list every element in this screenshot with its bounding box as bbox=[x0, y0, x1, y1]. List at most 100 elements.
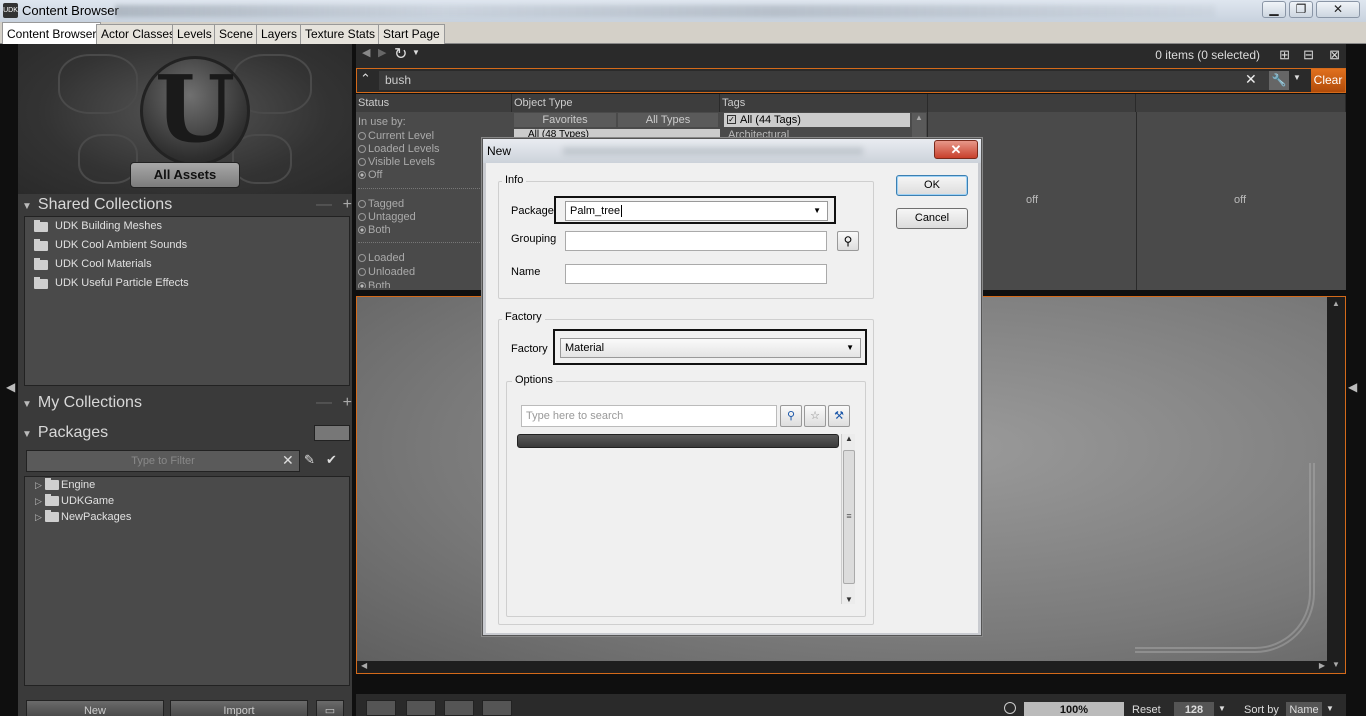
close-window-button[interactable]: ✕ bbox=[1316, 1, 1360, 18]
collapse-right-arrow-icon[interactable]: ◀ bbox=[1348, 380, 1357, 394]
collapse-triangle-icon[interactable]: ▼ bbox=[22, 429, 32, 440]
expand-arrow-icon[interactable]: ▷ bbox=[35, 477, 42, 493]
collection-item[interactable]: UDK Cool Materials bbox=[25, 255, 349, 274]
options-search-input[interactable]: Type here to search bbox=[521, 405, 777, 427]
collection-item[interactable]: UDK Useful Particle Effects bbox=[25, 274, 349, 293]
back-arrow-icon[interactable]: ◀ bbox=[362, 46, 370, 59]
package-dropdown-arrow-icon[interactable]: ▼ bbox=[813, 202, 821, 220]
scroll-up-arrow-icon[interactable]: ▲ bbox=[845, 434, 853, 443]
package-combobox[interactable]: Palm_tree ▼ bbox=[565, 201, 828, 221]
refresh-icon[interactable]: ↻ bbox=[394, 44, 407, 64]
thumbnail-size-select[interactable]: 128 bbox=[1174, 702, 1214, 716]
options-scrollbar[interactable]: ▲ ≡ ▼ bbox=[841, 434, 855, 604]
my-collections-header[interactable]: ▼ My Collections — + bbox=[22, 392, 352, 414]
collapse-left-arrow-icon[interactable]: ◀ bbox=[6, 380, 15, 394]
tree-item-engine[interactable]: ▷ Engine bbox=[25, 477, 349, 493]
viewport-horizontal-scrollbar[interactable]: ◀ ▶ bbox=[357, 661, 1329, 673]
import-button[interactable]: Import bbox=[170, 700, 308, 716]
scroll-down-arrow-icon[interactable]: ▼ bbox=[1332, 660, 1340, 669]
clear-search-icon[interactable]: ✕ bbox=[1245, 71, 1257, 88]
remove-collection-icon[interactable]: — bbox=[316, 194, 332, 216]
collection-item[interactable]: UDK Building Meshes bbox=[25, 217, 349, 236]
scroll-left-arrow-icon[interactable]: ◀ bbox=[361, 661, 367, 670]
options-wrench-icon[interactable]: ⚒ bbox=[828, 405, 850, 427]
factory-combobox[interactable]: Material ▼ bbox=[560, 338, 861, 358]
open-folder-icon[interactable]: ▭ bbox=[316, 700, 344, 716]
layout-icon-2[interactable]: ⊟ bbox=[1303, 47, 1314, 63]
checkbox-checked-icon[interactable]: ✓ bbox=[727, 115, 736, 124]
view-grid-icon[interactable] bbox=[444, 700, 474, 716]
type-tab-favorites[interactable]: Favorites bbox=[514, 113, 616, 127]
view-thumbs-icon[interactable] bbox=[482, 700, 512, 716]
minimize-button[interactable]: ▁ bbox=[1262, 1, 1286, 18]
collection-item[interactable]: UDK Cool Ambient Sounds bbox=[25, 236, 349, 255]
maximize-button[interactable]: ❐ bbox=[1289, 1, 1313, 18]
refresh-dropdown-icon[interactable]: ▼ bbox=[412, 48, 420, 57]
search-options-dropdown-icon[interactable]: ▼ bbox=[1293, 73, 1301, 82]
binoculars-icon[interactable]: ⚲ bbox=[837, 231, 859, 251]
wrench-icon[interactable]: 🔧 bbox=[1269, 71, 1289, 90]
search-magnifier-icon[interactable]: ⚲ bbox=[780, 405, 802, 427]
shared-collections-header[interactable]: ▼ Shared Collections — + bbox=[22, 194, 352, 216]
collapse-triangle-icon[interactable]: ▼ bbox=[22, 201, 32, 212]
remove-collection-icon[interactable]: — bbox=[316, 392, 332, 414]
viewport-vertical-scrollbar[interactable]: ▲ ▼ bbox=[1327, 297, 1345, 673]
name-input[interactable] bbox=[565, 264, 827, 284]
reset-button[interactable]: Reset bbox=[1132, 704, 1161, 716]
layout-icon-1[interactable]: ⊞ bbox=[1279, 47, 1290, 63]
checkmark-icon[interactable]: ✔ bbox=[326, 452, 337, 468]
scroll-down-arrow-icon[interactable]: ▼ bbox=[845, 595, 853, 604]
tab-layers[interactable]: Layers bbox=[256, 24, 303, 44]
scroll-right-arrow-icon[interactable]: ▶ bbox=[1319, 661, 1325, 670]
forward-arrow-icon[interactable]: ▶ bbox=[378, 46, 386, 59]
tag-option-untagged[interactable]: Untagged bbox=[358, 211, 416, 223]
add-collection-icon[interactable]: + bbox=[343, 392, 352, 414]
status-option-off[interactable]: Off bbox=[358, 169, 382, 181]
options-category-bar[interactable] bbox=[517, 434, 839, 448]
thumbnail-size-dropdown-icon[interactable]: ▼ bbox=[1218, 704, 1226, 713]
zoom-search-icon[interactable] bbox=[1004, 702, 1016, 714]
ok-button[interactable]: OK bbox=[896, 175, 968, 196]
sort-dropdown-icon[interactable]: ▼ bbox=[1326, 704, 1334, 713]
packages-header[interactable]: ▼ Packages bbox=[22, 422, 352, 444]
status-option-visible-levels[interactable]: Visible Levels bbox=[358, 156, 435, 168]
search-input[interactable]: bush bbox=[379, 71, 1269, 90]
clear-button[interactable]: Clear bbox=[1311, 69, 1345, 92]
factory-dropdown-arrow-icon[interactable]: ▼ bbox=[846, 339, 854, 357]
scroll-thumb[interactable]: ≡ bbox=[843, 450, 855, 584]
dialog-close-button[interactable]: ✕ bbox=[934, 140, 978, 159]
tree-item-udkgame[interactable]: ▷ UDKGame bbox=[25, 493, 349, 509]
tab-scene[interactable]: Scene bbox=[214, 24, 259, 44]
tab-levels[interactable]: Levels bbox=[172, 24, 217, 44]
view-mode-toggle-icon[interactable] bbox=[314, 425, 350, 441]
add-collection-icon[interactable]: + bbox=[343, 194, 352, 216]
favorite-star-icon[interactable]: ☆ bbox=[804, 405, 826, 427]
tag-option-tagged[interactable]: Tagged bbox=[358, 198, 404, 210]
expand-arrow-icon[interactable]: ▷ bbox=[35, 493, 42, 509]
load-option-both[interactable]: Both bbox=[358, 280, 391, 288]
zoom-level[interactable]: 100% bbox=[1024, 702, 1124, 716]
load-option-loaded[interactable]: Loaded bbox=[358, 252, 405, 264]
all-tags-option[interactable]: ✓ All (44 Tags) bbox=[724, 113, 910, 127]
status-option-current-level[interactable]: Current Level bbox=[358, 130, 434, 142]
tab-actor-classes[interactable]: Actor Classes bbox=[96, 24, 181, 44]
package-filter-input[interactable]: Type to Filter bbox=[26, 450, 300, 472]
view-split-icon[interactable] bbox=[406, 700, 436, 716]
status-option-loaded-levels[interactable]: Loaded Levels bbox=[358, 143, 440, 155]
sort-by-select[interactable]: Name bbox=[1286, 702, 1322, 716]
tab-start-page[interactable]: Start Page bbox=[378, 24, 445, 44]
tab-texture-stats[interactable]: Texture Stats bbox=[300, 24, 381, 44]
scroll-up-arrow-icon[interactable]: ▲ bbox=[1332, 299, 1340, 308]
load-option-unloaded[interactable]: Unloaded bbox=[358, 266, 415, 278]
clear-filter-icon[interactable]: ✕ bbox=[282, 452, 294, 469]
collapse-filters-icon[interactable]: ⌃ bbox=[360, 71, 371, 87]
type-tab-all-types[interactable]: All Types bbox=[618, 113, 718, 127]
tree-item-newpackages[interactable]: ▷ NewPackages bbox=[25, 509, 349, 525]
all-assets-button[interactable]: All Assets bbox=[130, 162, 240, 188]
cancel-button[interactable]: Cancel bbox=[896, 208, 968, 229]
tab-content-browser[interactable]: Content Browser bbox=[2, 22, 102, 44]
tag-option-both[interactable]: Both bbox=[358, 224, 391, 236]
new-button[interactable]: New bbox=[26, 700, 164, 716]
expand-arrow-icon[interactable]: ▷ bbox=[35, 509, 42, 525]
view-list-icon[interactable] bbox=[366, 700, 396, 716]
